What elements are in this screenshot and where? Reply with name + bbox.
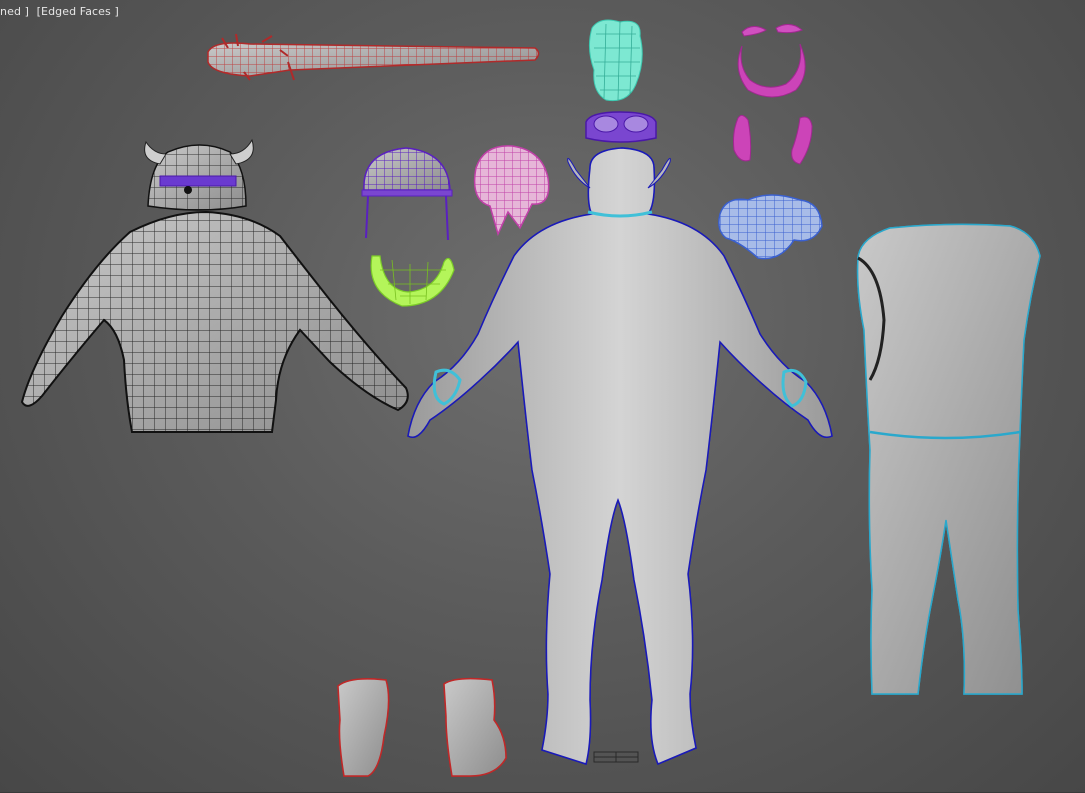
viewport-edged-faces-menu[interactable]: [Edged Faces ]: [37, 5, 119, 18]
viewport-shading-menu[interactable]: ned ]: [0, 5, 29, 18]
scale-bar-marker: [593, 751, 639, 763]
spiked-bat-mesh[interactable]: [207, 33, 540, 81]
goggles-mesh[interactable]: [585, 111, 657, 143]
loincloth-mesh[interactable]: [718, 194, 823, 260]
hair-tuft-mesh[interactable]: [588, 19, 643, 102]
eyebrows-mesh[interactable]: [737, 24, 806, 98]
bandana-mesh[interactable]: [473, 145, 550, 237]
helmet-mesh[interactable]: [361, 147, 453, 241]
beard-mesh[interactable]: [370, 255, 455, 307]
viewport-label[interactable]: ned ] [Edged Faces ]: [0, 5, 119, 21]
scene-canvas[interactable]: [0, 0, 1085, 793]
horned-hat-mesh[interactable]: [144, 138, 254, 211]
jacket-mesh[interactable]: [20, 210, 409, 433]
3d-viewport[interactable]: ned ] [Edged Faces ]: [0, 0, 1085, 793]
sideburns-mesh[interactable]: [733, 114, 813, 165]
clothes-mesh[interactable]: [856, 223, 1041, 695]
boots-mesh[interactable]: [337, 677, 507, 777]
